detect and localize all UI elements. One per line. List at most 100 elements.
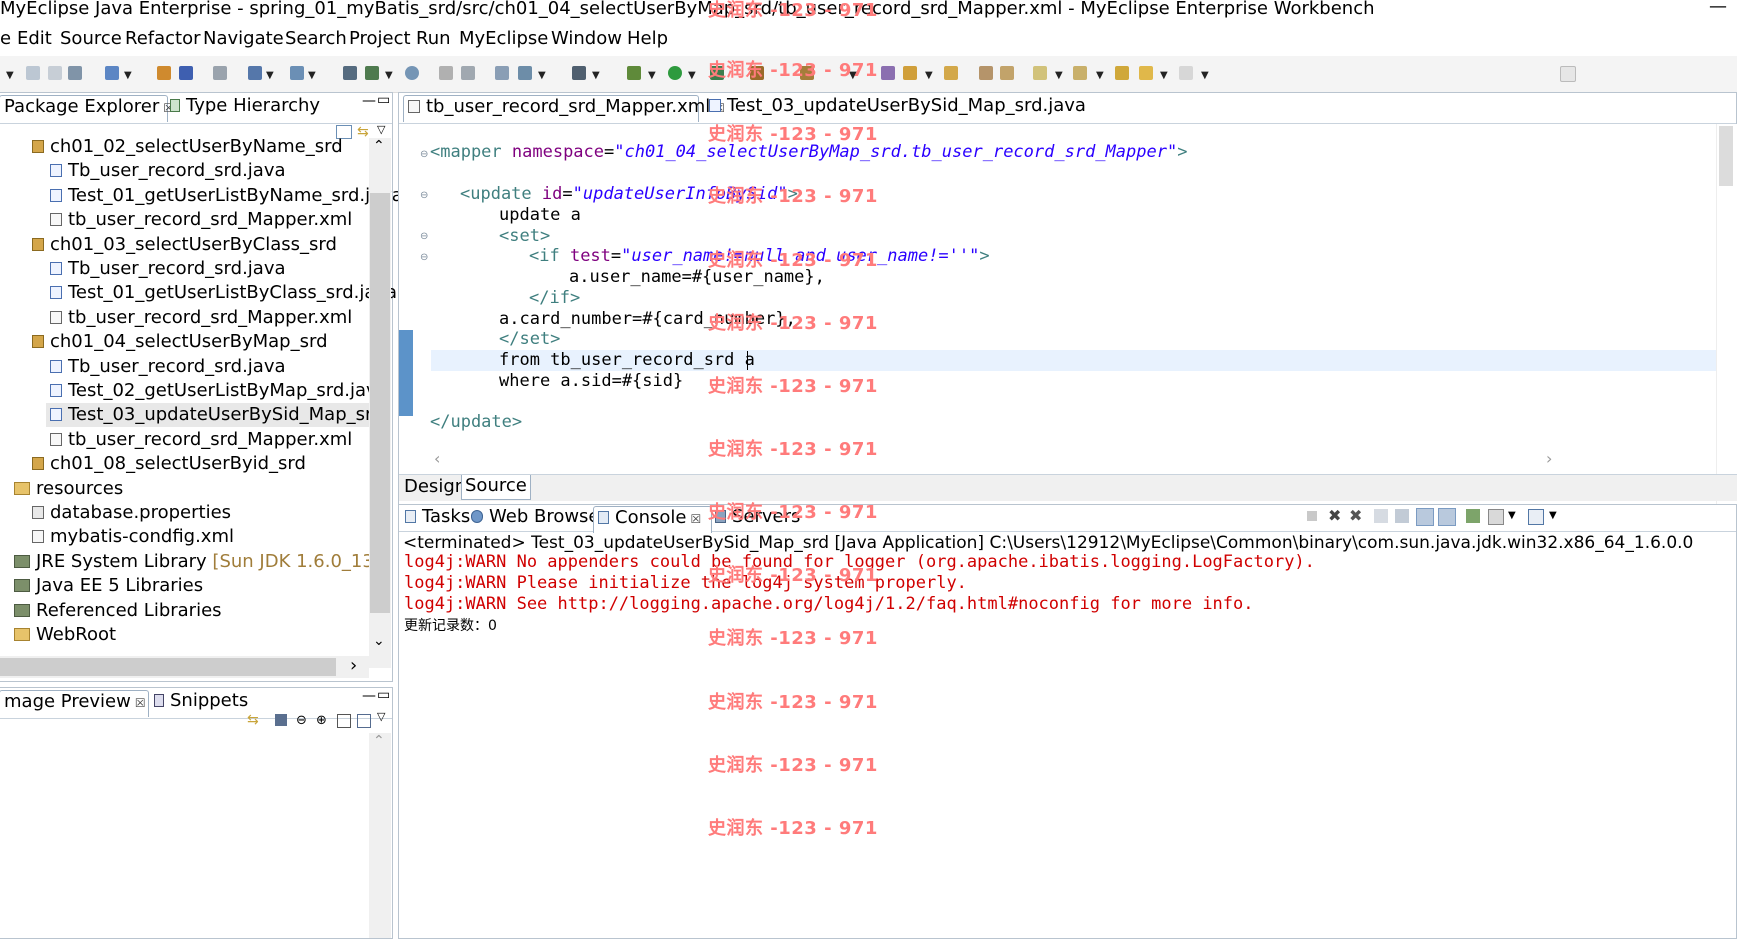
scroll-lock-icon[interactable] bbox=[1395, 509, 1409, 523]
tree-item[interactable]: ch01_02_selectUserByName_srd bbox=[32, 135, 343, 159]
tree-item[interactable]: Test_01_getUserListByName_srd.java bbox=[50, 184, 403, 208]
menu-source[interactable]: Source bbox=[60, 28, 122, 49]
new-java-project-icon[interactable] bbox=[157, 66, 171, 80]
tab-type-hierarchy[interactable]: Type Hierarchy bbox=[166, 95, 324, 121]
close-icon[interactable]: ☒ bbox=[135, 696, 146, 710]
history-icon[interactable] bbox=[461, 66, 475, 80]
globe-icon[interactable] bbox=[405, 66, 419, 80]
tab-tasks[interactable]: Tasks bbox=[401, 506, 474, 532]
tab-mapper-xml[interactable]: tb_user_record_srd_Mapper.xml☒ bbox=[403, 95, 725, 122]
scroll-left-icon[interactable]: ‹ bbox=[434, 449, 440, 468]
tab-snippets[interactable]: Snippets bbox=[150, 690, 252, 716]
perspective-icon[interactable] bbox=[1560, 66, 1576, 82]
navigate-icon[interactable] bbox=[439, 66, 453, 80]
deploy-icon[interactable] bbox=[248, 66, 262, 80]
dropdown-arrow-icon[interactable]: ▼ bbox=[538, 70, 546, 81]
tree-item[interactable]: Tb_user_record_srd.java bbox=[50, 257, 286, 281]
search-icon[interactable] bbox=[518, 66, 532, 80]
tab-source[interactable]: Source bbox=[461, 475, 531, 500]
server-icon[interactable] bbox=[290, 66, 304, 80]
next-annotation-icon[interactable] bbox=[1033, 66, 1047, 80]
fold-icon[interactable]: ⊖ bbox=[420, 231, 428, 242]
tree-item[interactable]: tb_user_record_srd_Mapper.xml bbox=[50, 428, 352, 452]
tree-item[interactable]: resources bbox=[14, 477, 123, 501]
horizontal-scrollbar[interactable]: › bbox=[0, 655, 369, 678]
dropdown-arrow-icon[interactable]: ▼ bbox=[1096, 70, 1104, 81]
code-line-11[interactable]: where a.sid=#{sid} bbox=[499, 371, 683, 392]
code-line-4[interactable]: <set> bbox=[499, 226, 550, 247]
minimize-view-icon[interactable]: — bbox=[362, 93, 376, 109]
tree-item[interactable]: mybatis-condfig.xml bbox=[32, 525, 234, 549]
vertical-scrollbar[interactable]: ⌃ bbox=[369, 733, 391, 938]
menu-file[interactable]: e bbox=[0, 28, 11, 49]
open-console-icon[interactable] bbox=[1528, 509, 1544, 525]
scrollbar-thumb[interactable] bbox=[370, 193, 390, 613]
pin-icon[interactable] bbox=[903, 66, 917, 80]
tree-item[interactable]: ch01_03_selectUserByClass_srd bbox=[32, 233, 337, 257]
menu-run[interactable]: Run bbox=[416, 28, 451, 49]
open-perspective-icon[interactable] bbox=[343, 66, 357, 80]
scroll-up-icon[interactable]: ⌃ bbox=[373, 733, 385, 749]
tree-item[interactable]: Java EE 5 Libraries bbox=[14, 574, 203, 598]
run-config-icon[interactable] bbox=[365, 66, 379, 80]
menu-help[interactable]: Help bbox=[627, 28, 668, 49]
close-icon[interactable]: ☒ bbox=[690, 512, 701, 526]
code-line-7[interactable]: </if> bbox=[529, 288, 580, 309]
actual-size-icon[interactable] bbox=[337, 714, 351, 728]
prev-annotation-icon[interactable] bbox=[1073, 66, 1087, 80]
dropdown-arrow-icon[interactable]: ▼ bbox=[592, 70, 600, 81]
tree-item[interactable]: JRE System Library [Sun JDK 1.6.0_13] bbox=[14, 550, 381, 574]
console-toolbar-icon[interactable] bbox=[572, 66, 586, 80]
menu-myeclipse[interactable]: MyEclipse bbox=[459, 28, 548, 49]
scrollbar-thumb[interactable] bbox=[0, 658, 336, 676]
overview-thumb[interactable] bbox=[1719, 126, 1733, 186]
tree-item[interactable]: Tb_user_record_srd.java bbox=[50, 159, 286, 183]
fit-window-icon[interactable] bbox=[357, 714, 371, 728]
debug-icon[interactable] bbox=[627, 66, 641, 80]
dropdown-arrow-icon[interactable]: ▼ bbox=[925, 70, 933, 81]
tree-item[interactable]: Test_02_getUserListByMap_srd.java bbox=[50, 379, 388, 403]
open-type-icon[interactable] bbox=[213, 66, 227, 80]
tab-console[interactable]: Console ☒ bbox=[593, 506, 712, 533]
code-line-10[interactable]: from tb_user_record_srd a bbox=[499, 350, 755, 371]
zoom-in-icon[interactable]: ⊕ bbox=[316, 713, 327, 728]
menu-navigate[interactable]: Navigate bbox=[203, 28, 284, 49]
new-package-icon[interactable] bbox=[179, 66, 193, 80]
maximize-view-icon[interactable]: ▭ bbox=[377, 92, 390, 108]
fold-icon[interactable]: ⊖ bbox=[420, 190, 428, 201]
dropdown-arrow-icon[interactable]: ▼ bbox=[1201, 70, 1209, 81]
vertical-scrollbar[interactable]: ⌃ ⌄ bbox=[369, 138, 391, 668]
tab-design[interactable]: Design bbox=[404, 476, 466, 497]
tree-item[interactable]: Test_01_getUserListByClass_srd.java bbox=[50, 281, 397, 305]
code-line-12[interactable]: </update> bbox=[430, 412, 522, 433]
view-menu-icon[interactable]: ▽ bbox=[377, 710, 385, 723]
open-task-icon[interactable] bbox=[944, 66, 958, 80]
pin-console-icon[interactable] bbox=[1466, 509, 1480, 523]
dropdown-arrow-icon[interactable]: ▼ bbox=[385, 70, 393, 81]
tree-item[interactable]: Tb_user_record_srd.java bbox=[50, 355, 286, 379]
run-icon[interactable] bbox=[668, 66, 682, 80]
scroll-down-icon[interactable]: ⌄ bbox=[373, 633, 385, 649]
scroll-right-icon[interactable]: › bbox=[1546, 449, 1552, 468]
terminate-icon[interactable] bbox=[1307, 511, 1317, 521]
scroll-right-icon[interactable]: › bbox=[350, 655, 357, 676]
dropdown-arrow-icon[interactable]: ▼ bbox=[1055, 70, 1063, 81]
print-icon[interactable] bbox=[68, 66, 82, 80]
minimize-button[interactable]: — bbox=[1709, 0, 1727, 17]
minimize-view-icon[interactable]: — bbox=[362, 688, 376, 704]
link-icon[interactable]: ⇆ bbox=[247, 712, 259, 728]
dropdown-arrow-icon[interactable]: ▼ bbox=[6, 70, 14, 81]
fold-icon[interactable]: ⊖ bbox=[420, 149, 428, 160]
maximize-view-icon[interactable]: ▭ bbox=[377, 687, 390, 703]
tree-item[interactable]: database.properties bbox=[32, 501, 231, 525]
new-wizard-icon[interactable] bbox=[105, 66, 119, 80]
dropdown-arrow-icon[interactable]: ▼ bbox=[688, 70, 696, 81]
menu-project[interactable]: Project bbox=[349, 28, 411, 49]
dropdown-arrow-icon[interactable]: ▼ bbox=[1549, 510, 1557, 521]
scroll-up-icon[interactable]: ⌃ bbox=[373, 138, 385, 154]
show-stderr-icon[interactable] bbox=[1438, 508, 1456, 526]
tree-item[interactable]: WebRoot bbox=[14, 623, 116, 647]
dropdown-arrow-icon[interactable]: ▼ bbox=[308, 70, 316, 81]
annotation-icon[interactable] bbox=[979, 66, 993, 80]
remove-all-icon[interactable]: ✖ bbox=[1349, 506, 1362, 525]
